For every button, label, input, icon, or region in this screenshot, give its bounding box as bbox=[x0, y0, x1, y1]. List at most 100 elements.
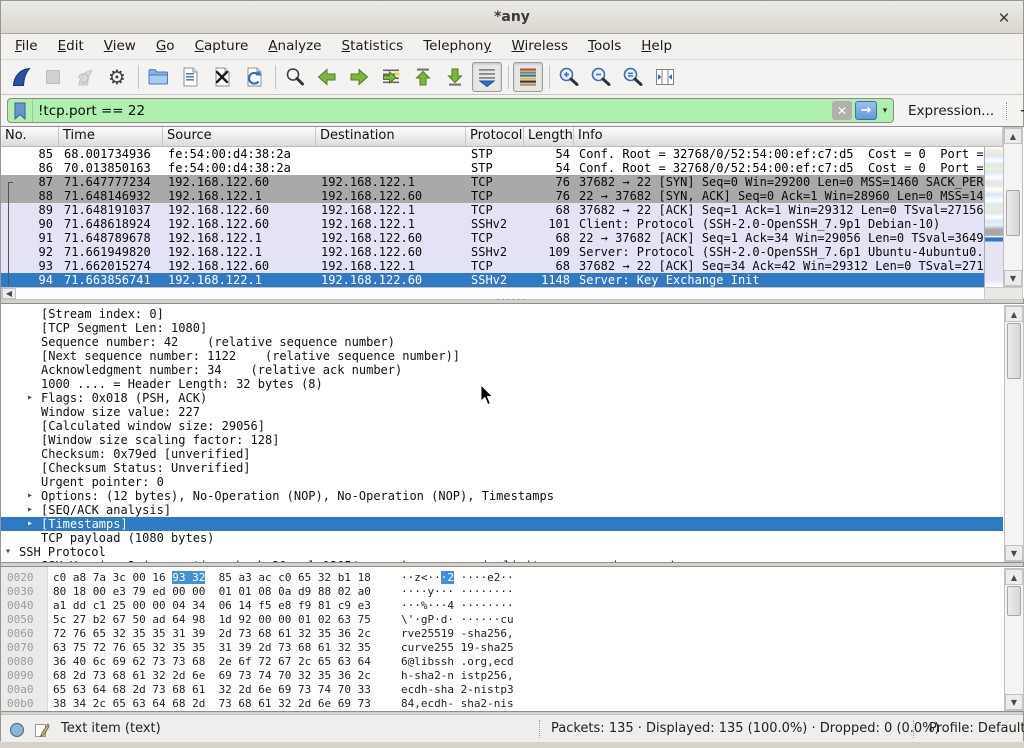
column-header-destination[interactable]: Destination bbox=[316, 127, 466, 146]
close-capture-file-button[interactable] bbox=[207, 62, 237, 92]
packet-row-87[interactable]: 8771.647777234192.168.122.60192.168.122.… bbox=[1, 175, 984, 189]
detail-row[interactable]: ▾SSH Protocol bbox=[1, 545, 1003, 559]
packet-row-89[interactable]: 8971.648191037192.168.122.60192.168.122.… bbox=[1, 203, 984, 217]
scroll-up-icon[interactable]: ▲ bbox=[1004, 128, 1022, 144]
intelligent-scrollbar-minimap[interactable] bbox=[984, 147, 1003, 287]
expand-icon[interactable]: ▸ bbox=[27, 489, 33, 503]
detail-row[interactable]: [Next sequence number: 1122 (relative se… bbox=[1, 349, 1003, 363]
colorize-packets-button[interactable] bbox=[513, 62, 543, 92]
packet-row-93[interactable]: 9371.662015274192.168.122.60192.168.122.… bbox=[1, 259, 984, 273]
vscroll-thumb[interactable] bbox=[1007, 586, 1021, 616]
detail-row[interactable]: Acknowledgment number: 34 (relative ack … bbox=[1, 363, 1003, 377]
detail-row[interactable]: Sequence number: 42 (relative sequence n… bbox=[1, 335, 1003, 349]
packet-row-90[interactable]: 9071.648618924192.168.122.60192.168.122.… bbox=[1, 217, 984, 231]
expert-info-icon[interactable] bbox=[9, 721, 25, 737]
hex-row-0020[interactable]: 0020c0 a8 7a 3c 00 16 93 32 85 a3 ac c0 … bbox=[1, 571, 1003, 585]
scroll-down-icon[interactable]: ▼ bbox=[1005, 694, 1023, 710]
stop-capture-button[interactable] bbox=[38, 62, 68, 92]
expand-icon[interactable]: ▸ bbox=[27, 503, 33, 517]
expression-button[interactable]: Expression... bbox=[908, 103, 994, 119]
column-header-length[interactable]: Length bbox=[524, 127, 574, 146]
detail-row[interactable]: [TCP Segment Len: 1080] bbox=[1, 321, 1003, 335]
menu-statistics[interactable]: Statistics bbox=[331, 34, 413, 59]
status-profile[interactable]: Profile: Default bbox=[929, 715, 1024, 742]
add-filter-button[interactable]: + bbox=[1019, 101, 1024, 121]
menu-edit[interactable]: Edit bbox=[48, 34, 94, 59]
vscroll-thumb[interactable] bbox=[1006, 190, 1020, 236]
packet-row-88[interactable]: 8871.648146932192.168.122.1192.168.122.6… bbox=[1, 189, 984, 203]
auto-scroll-button[interactable] bbox=[472, 62, 502, 92]
restart-capture-button[interactable] bbox=[70, 62, 100, 92]
filter-bookmark-icon[interactable] bbox=[8, 99, 33, 122]
hex-row-0030[interactable]: 003080 18 00 e3 79 ed 00 00 01 01 08 0a … bbox=[1, 585, 1003, 599]
detail-row[interactable]: Window size value: 227 bbox=[1, 405, 1003, 419]
start-capture-button[interactable] bbox=[6, 62, 36, 92]
expand-icon[interactable]: ▸ bbox=[27, 391, 33, 405]
zoom-in-button[interactable] bbox=[554, 62, 584, 92]
zoom-100-button[interactable] bbox=[618, 62, 648, 92]
hex-row-0050[interactable]: 00505c 27 b2 67 50 ad 64 98 1d 92 00 00 … bbox=[1, 613, 1003, 627]
menu-tools[interactable]: Tools bbox=[578, 34, 631, 59]
packet-row-86[interactable]: 8670.013850163fe:54:00:d4:38:2aSTP54Conf… bbox=[1, 161, 984, 175]
detail-row[interactable]: [Checksum Status: Unverified] bbox=[1, 461, 1003, 475]
column-header-protocol[interactable]: Protocol bbox=[466, 127, 524, 146]
hex-row-0040[interactable]: 0040a1 dd c1 25 00 00 04 34 06 14 f5 e8 … bbox=[1, 599, 1003, 613]
scroll-down-icon[interactable]: ▼ bbox=[1005, 545, 1023, 561]
menu-telephony[interactable]: Telephony bbox=[413, 34, 501, 59]
menu-wireless[interactable]: Wireless bbox=[501, 34, 578, 59]
hex-row-0060[interactable]: 006072 76 65 32 35 35 31 39 2d 73 68 61 … bbox=[1, 627, 1003, 641]
column-header-time[interactable]: Time bbox=[59, 127, 163, 146]
filter-apply-icon[interactable]: → bbox=[855, 101, 877, 120]
go-back-button[interactable] bbox=[312, 62, 342, 92]
detail-row[interactable]: ▸Flags: 0x018 (PSH, ACK) bbox=[1, 391, 1003, 405]
go-forward-button[interactable] bbox=[344, 62, 374, 92]
resize-columns-button[interactable] bbox=[650, 62, 680, 92]
scroll-up-icon[interactable]: ▲ bbox=[1005, 569, 1023, 585]
go-to-packet-button[interactable] bbox=[376, 62, 406, 92]
column-header-no[interactable]: No. bbox=[1, 127, 59, 146]
detail-row[interactable]: [Window size scaling factor: 128] bbox=[1, 433, 1003, 447]
detail-row[interactable]: Urgent pointer: 0 bbox=[1, 475, 1003, 489]
zoom-out-button[interactable] bbox=[586, 62, 616, 92]
hex-row-0070[interactable]: 007063 75 72 76 65 32 35 35 31 39 2d 73 … bbox=[1, 641, 1003, 655]
reload-capture-file-button[interactable] bbox=[239, 62, 269, 92]
detail-row[interactable]: [Stream index: 0] bbox=[1, 307, 1003, 321]
hex-row-00a0[interactable]: 00a065 63 64 68 2d 73 68 61 32 2d 6e 69 … bbox=[1, 683, 1003, 697]
packet-row-91[interactable]: 9171.648789678192.168.122.1192.168.122.6… bbox=[1, 231, 984, 245]
detail-row[interactable]: ▸[Timestamps] bbox=[1, 517, 1003, 531]
menu-file[interactable]: File bbox=[5, 34, 48, 59]
collapse-icon[interactable]: ▾ bbox=[5, 545, 11, 559]
menu-analyze[interactable]: Analyze bbox=[258, 34, 331, 59]
menu-help[interactable]: Help bbox=[631, 34, 682, 59]
hex-row-0090[interactable]: 009068 2d 73 68 61 32 2d 6e 69 73 74 70 … bbox=[1, 669, 1003, 683]
capture-options-button[interactable]: ⚙ bbox=[102, 62, 132, 92]
scroll-down-icon[interactable]: ▼ bbox=[1004, 270, 1022, 286]
filter-clear-icon[interactable]: ✕ bbox=[832, 101, 852, 120]
hex-row-00b0[interactable]: 00b038 34 2c 65 63 64 68 2d 73 68 61 32 … bbox=[1, 697, 1003, 711]
hex-row-0080[interactable]: 008036 40 6c 69 62 73 73 68 2e 6f 72 67 … bbox=[1, 655, 1003, 669]
detail-row[interactable]: ▸Options: (12 bytes), No-Operation (NOP)… bbox=[1, 489, 1003, 503]
open-capture-file-button[interactable] bbox=[143, 62, 173, 92]
detail-row[interactable]: 1000 .... = Header Length: 32 bytes (8) bbox=[1, 377, 1003, 391]
close-icon[interactable]: ✕ bbox=[994, 8, 1014, 28]
vscroll-thumb[interactable] bbox=[1007, 323, 1021, 379]
packet-row-94[interactable]: 9471.663856741192.168.122.1192.168.122.6… bbox=[1, 273, 984, 287]
find-packet-button[interactable] bbox=[280, 62, 310, 92]
packet-row-92[interactable]: 9271.661949820192.168.122.1192.168.122.6… bbox=[1, 245, 984, 259]
go-to-bottom-button[interactable] bbox=[440, 62, 470, 92]
packet-row-85[interactable]: 8568.001734936fe:54:00:d4:38:2aSTP54Conf… bbox=[1, 147, 984, 161]
column-header-info[interactable]: Info bbox=[574, 127, 1003, 146]
detail-row[interactable]: [Calculated window size: 29056] bbox=[1, 419, 1003, 433]
go-to-top-button[interactable] bbox=[408, 62, 438, 92]
menu-capture[interactable]: Capture bbox=[185, 34, 259, 59]
expand-icon[interactable]: ▸ bbox=[27, 517, 33, 531]
filter-dropdown-icon[interactable]: ▾ bbox=[877, 99, 893, 122]
detail-row[interactable]: TCP payload (1080 bytes) bbox=[1, 531, 1003, 545]
capture-comment-icon[interactable] bbox=[34, 721, 50, 737]
menu-go[interactable]: Go bbox=[146, 34, 185, 59]
display-filter-input[interactable] bbox=[33, 98, 832, 123]
scroll-up-icon[interactable]: ▲ bbox=[1005, 306, 1023, 322]
menu-view[interactable]: View bbox=[94, 34, 146, 59]
save-capture-file-button[interactable] bbox=[175, 62, 205, 92]
detail-row[interactable]: Checksum: 0x79ed [unverified] bbox=[1, 447, 1003, 461]
